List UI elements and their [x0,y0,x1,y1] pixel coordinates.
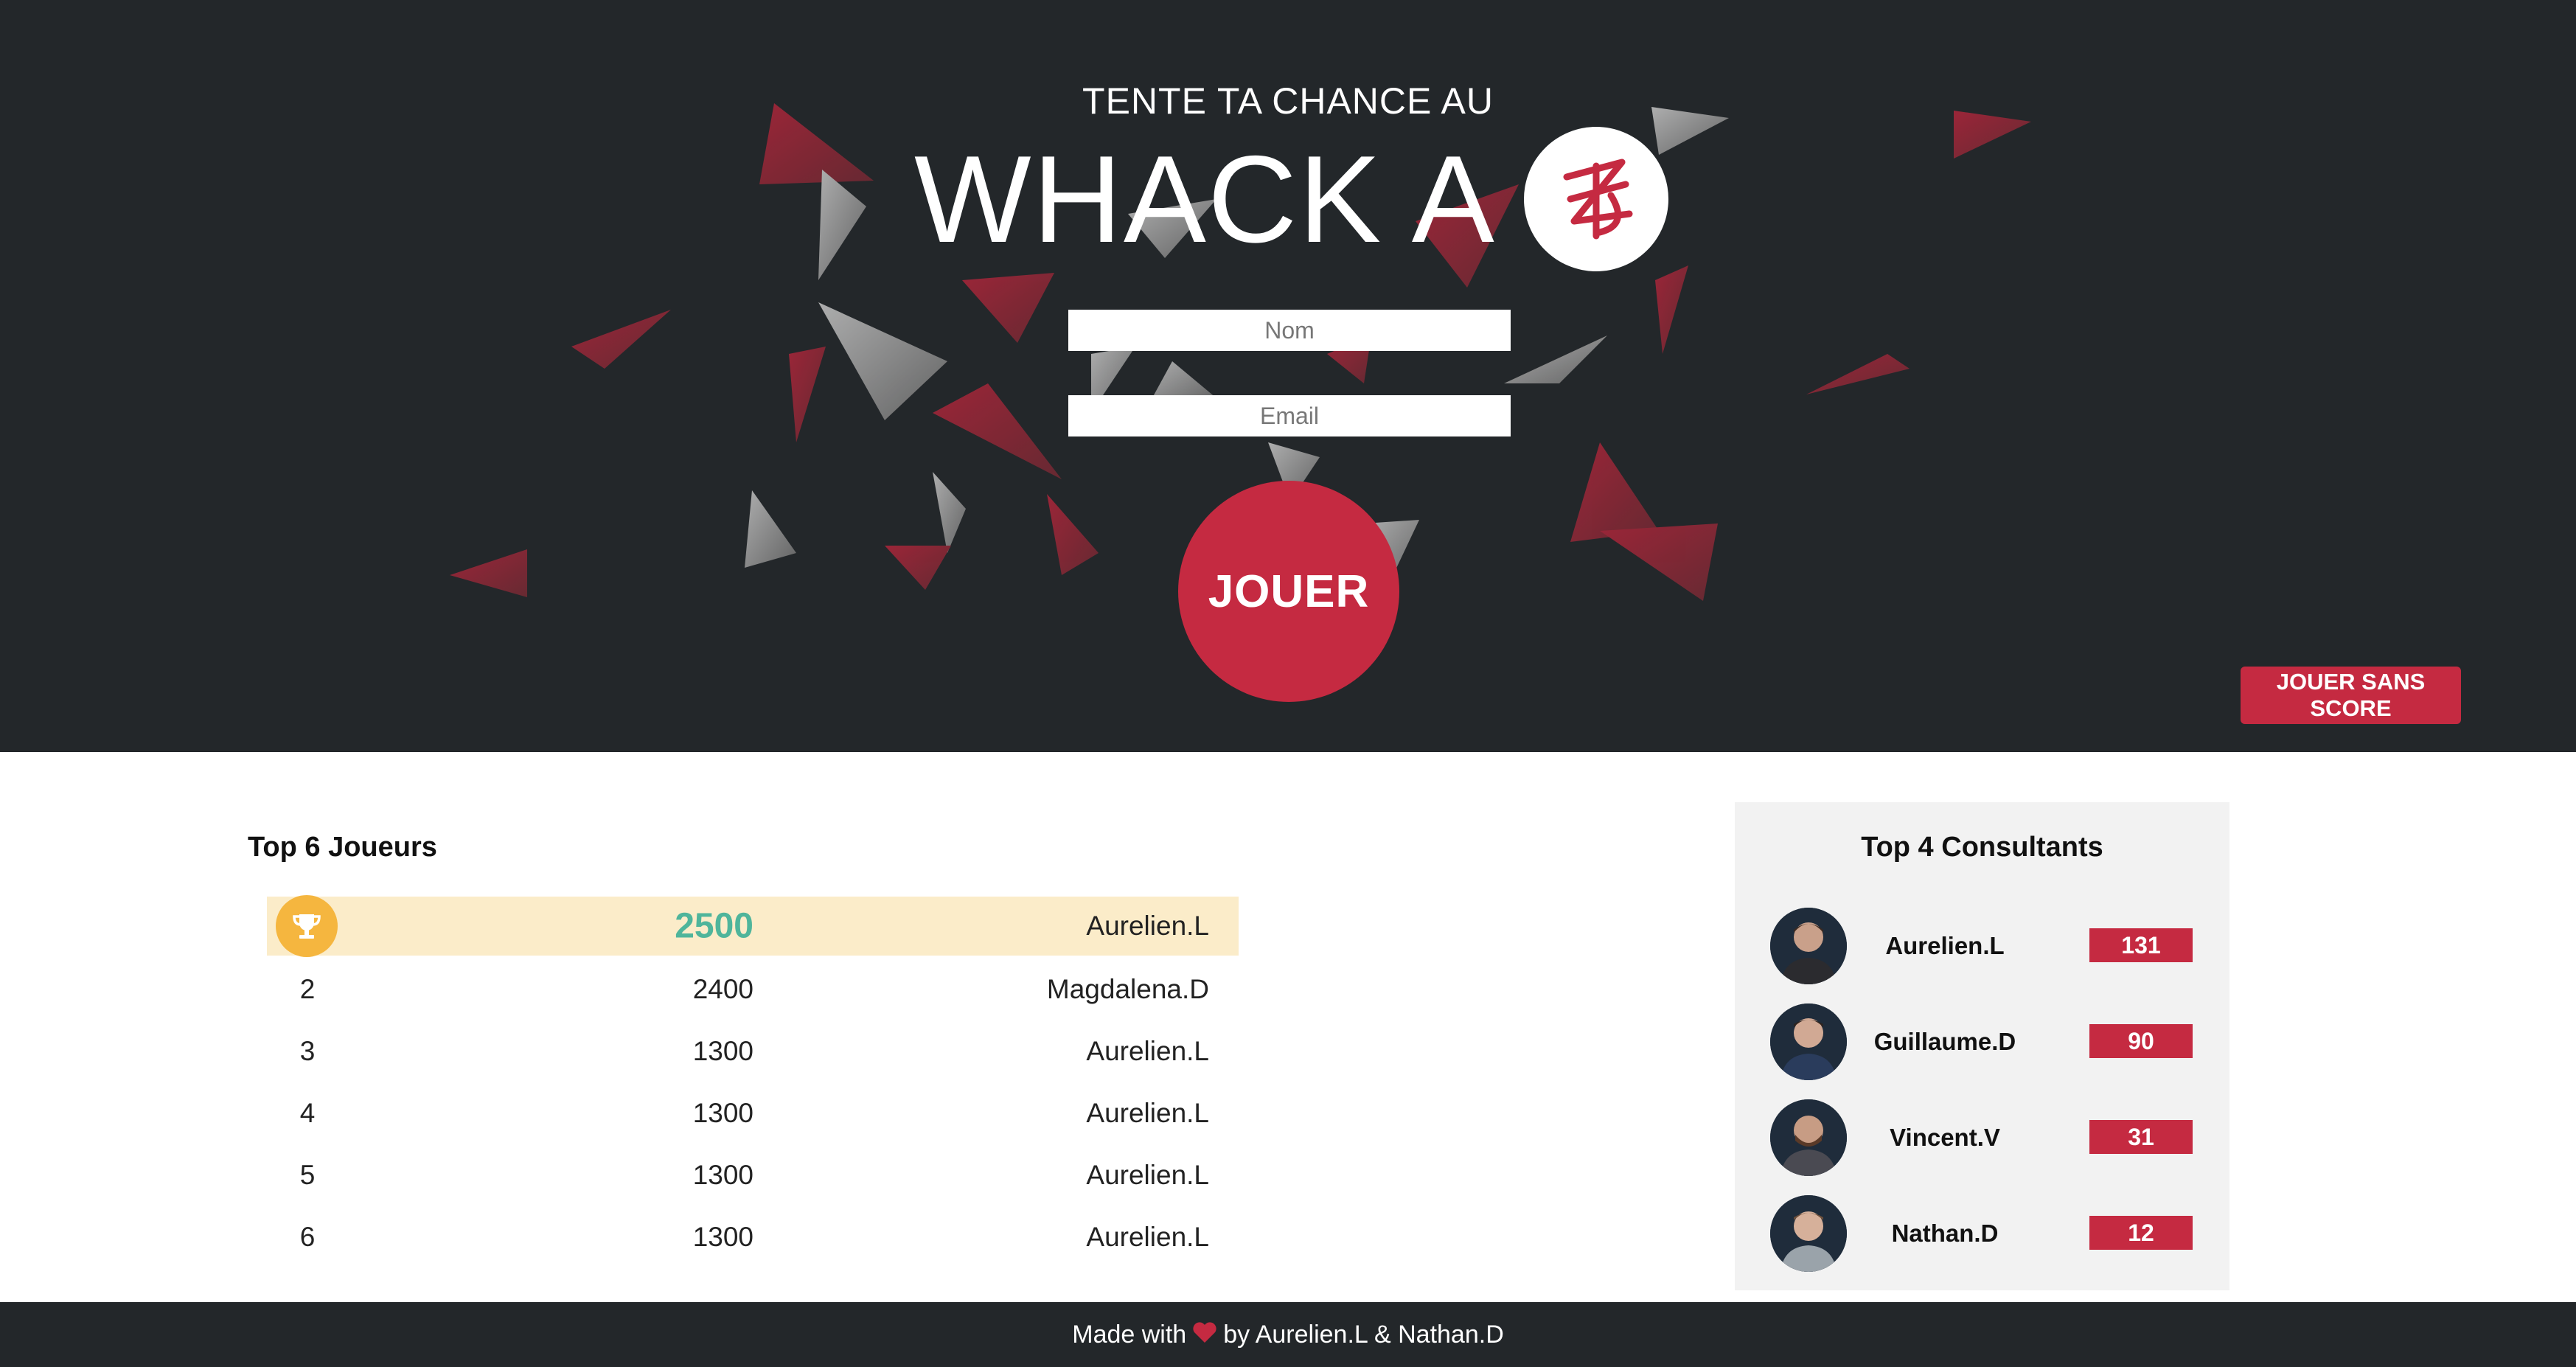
leaderboard-title: Top 6 Joueurs [248,832,437,863]
consultants-card: Top 4 Consultants Aurelien.L 131 Guillau… [1735,802,2229,1290]
player-name: Aurelien.L [1086,1036,1209,1066]
consultant-name: Vincent.V [1890,1124,2000,1151]
table-row: 6 1300 Aurelien.L [267,1206,1239,1268]
player-score: 1300 [692,1222,753,1252]
footer-text-before: Made with [1072,1320,1187,1349]
hero-subtitle: TENTE TA CHANCE AU [1082,80,1494,122]
avatar [1770,1195,1847,1272]
consultant-name: Nathan.D [1891,1220,1999,1247]
consultant-name: Guillaume.D [1873,1028,2016,1055]
trophy-icon [276,895,338,957]
consultant-score: 131 [2089,928,2193,962]
table-row: 5 1300 Aurelien.L [267,1144,1239,1206]
player-score: 2500 [675,906,753,946]
table-row: 2500 Aurelien.L [267,895,1239,957]
player-rank: 6 [299,1222,316,1252]
consultant-score: 90 [2089,1024,2193,1058]
player-rank: 2 [299,974,316,1004]
player-name: Aurelien.L [1086,1222,1209,1252]
email-input[interactable] [1068,395,1511,436]
consultant-row: Guillaume.D 90 [1770,1003,2198,1080]
consultant-row: Nathan.D 12 [1770,1195,2198,1272]
avatar [1770,1003,1847,1080]
consultants-title: Top 4 Consultants [1861,832,2103,863]
consultant-row: Vincent.V 31 [1770,1099,2198,1176]
table-row: 3 1300 Aurelien.L [267,1020,1239,1082]
table-row: 4 1300 Aurelien.L [267,1082,1239,1144]
consultant-score: 12 [2089,1216,2193,1250]
footer-text-after: by Aurelien.L & Nathan.D [1223,1320,1504,1349]
name-input[interactable] [1068,310,1511,351]
player-score: 1300 [692,1098,753,1128]
rank-badge [276,895,338,957]
page-title: WHACK A [914,130,1496,268]
consultant-score: 31 [2089,1120,2193,1154]
player-name: Magdalena.D [1046,974,1209,1004]
player-name: Aurelien.L [1086,911,1209,941]
zenika-logo-icon [1523,127,1668,271]
footer: Made with by Aurelien.L & Nathan.D [0,1302,2576,1367]
heart-icon [1192,1319,1217,1350]
play-without-score-button[interactable]: JOUER SANS SCORE [2241,667,2461,724]
player-rank: 5 [299,1160,316,1190]
hero-section: TENTE TA CHANCE AU WHACK A JOUER JOUER S… [0,0,2576,752]
player-rank: 3 [299,1036,316,1066]
avatar [1770,1099,1847,1176]
consultant-row: Aurelien.L 131 [1770,908,2198,984]
player-name: Aurelien.L [1086,1160,1209,1190]
title-row: WHACK A [914,125,1668,273]
leaderboard-table: 2500 Aurelien.L 2 2400 Magdalena.D 3 130… [267,895,1239,1268]
avatar [1770,908,1847,984]
consultant-name: Aurelien.L [1885,932,2005,959]
player-name: Aurelien.L [1086,1098,1209,1128]
player-score: 1300 [692,1036,753,1066]
player-score: 2400 [692,974,753,1004]
table-row: 2 2400 Magdalena.D [267,959,1239,1020]
player-score: 1300 [692,1160,753,1190]
player-rank: 4 [299,1098,316,1128]
play-button[interactable]: JOUER [1178,481,1399,702]
